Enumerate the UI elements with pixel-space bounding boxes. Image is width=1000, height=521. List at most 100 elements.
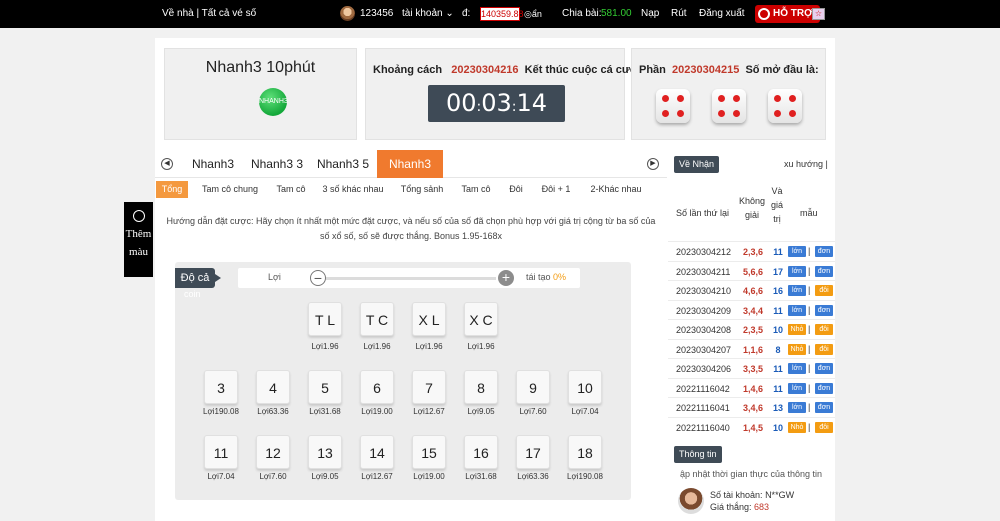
headset-icon (758, 8, 770, 20)
bet-button-1[interactable]: T C (360, 302, 394, 336)
withdraw-link[interactable]: Rút (671, 8, 687, 19)
subtab-tam-co[interactable]: Tam cô (271, 181, 311, 198)
sum-odds: Lợi19.00 (361, 407, 393, 416)
sum-button-11[interactable]: 11 (204, 435, 238, 469)
subtab-tong-sanh[interactable]: Tổng sảnh (396, 181, 448, 198)
tab-nhanh3[interactable]: Nhanh3 (183, 150, 243, 178)
arrow-left-icon[interactable]: ◀ (161, 158, 173, 170)
result-sum: 11 (773, 247, 783, 257)
size-badge: lớn (788, 382, 806, 394)
tab-nhanh3-5[interactable]: Nhanh3 5 (311, 150, 375, 178)
sum-odds: Lợi63.36 (517, 472, 549, 481)
sum-button-10[interactable]: 10 (568, 370, 602, 404)
result-numbers: 5,6,6 (743, 266, 764, 277)
deposit-link[interactable]: Nạp (641, 8, 659, 19)
bet-button-3[interactable]: X C (464, 302, 498, 336)
add-color-line1: Thêm (125, 228, 152, 240)
tab-nhanh3-3[interactable]: Nhanh3 3 (245, 150, 309, 178)
timer-seconds: 14 (516, 89, 548, 117)
add-color-button[interactable]: Thêm màu (124, 202, 153, 277)
subtab-tam-co-chung[interactable]: Tam cô chung (198, 181, 262, 198)
last-draw-panel: Phần 20230304215 Số mở đầu là: (631, 48, 826, 140)
chevron-down-icon: ⌄ (445, 8, 454, 19)
sum-button-12[interactable]: 12 (256, 435, 290, 469)
result-sep: | (808, 402, 811, 412)
size-badge: lớn (788, 363, 806, 374)
size-badge: Nhỏ (788, 343, 806, 355)
size-badge: Nhỏ (788, 324, 806, 335)
subtab-doi[interactable]: Đôi (504, 181, 528, 198)
username: 123456 (360, 8, 394, 19)
hide-balance-toggle[interactable]: ◎ẩn (524, 9, 542, 20)
sum-button-18[interactable]: 18 (568, 435, 602, 469)
results-sidebar: Về Nhận xu hướng | Số lần thứ lại Không g… (668, 150, 835, 521)
result-sum: 11 (773, 364, 783, 374)
rebate-label: tái tạo 0% (526, 272, 566, 282)
sum-button-5[interactable]: 5 (308, 370, 342, 404)
home-link[interactable]: Về nhà | Tất cả vé số (162, 8, 256, 19)
result-row: 20221116040 1,4,5 10 Nhỏ | đôi (668, 416, 835, 437)
result-sep: | (808, 382, 811, 393)
parity-badge: đôi (815, 324, 833, 335)
sum-button-16[interactable]: 16 (464, 435, 498, 469)
arrow-right-icon[interactable]: ▶ (647, 158, 659, 170)
sum-button-3[interactable]: 3 (204, 370, 238, 404)
subtab-doi-1[interactable]: Đôi + 1 (535, 181, 577, 198)
size-badge: lớn (788, 265, 806, 277)
parity-badge: đơn (815, 265, 833, 277)
bet-button-2[interactable]: X L (412, 302, 446, 336)
sum-button-6[interactable]: 6 (360, 370, 394, 404)
logout-link[interactable]: Đăng xuất (699, 8, 745, 19)
parity-badge: đôi (815, 343, 833, 355)
sum-odds: Lợi7.60 (519, 407, 547, 416)
result-sep: | (808, 421, 811, 432)
balance-value: 140359.88 (480, 7, 524, 21)
result-sum: 16 (772, 286, 783, 296)
result-period: 20230304212 (676, 247, 732, 257)
sum-button-7[interactable]: 7 (412, 370, 446, 404)
header-sum-3: trị (773, 214, 781, 224)
size-badge: lớn (788, 402, 806, 413)
support-label: HỖ TRỢ (773, 8, 813, 19)
result-numbers: 1,4,6 (743, 383, 764, 394)
bet-mode-badge: Độ cả (175, 268, 221, 288)
subtab-2-khac-nhau[interactable]: 2-Khác nhau (585, 181, 647, 198)
account-menu[interactable]: tài khoản ⌄ (402, 8, 454, 19)
minus-button[interactable]: − (310, 270, 326, 286)
result-sum: 11 (773, 305, 783, 316)
subtab-tong[interactable]: Tổng (156, 181, 188, 198)
user-value: N**GW (765, 490, 795, 500)
rebate-percent: 0% (553, 272, 567, 282)
result-sep: | (808, 363, 811, 373)
sum-button-8[interactable]: 8 (464, 370, 498, 404)
header-numbers: Không giải (738, 194, 766, 222)
sum-button-9[interactable]: 9 (516, 370, 550, 404)
favorite-icon[interactable]: ☆ (812, 8, 825, 20)
info-text: ập nhật thời gian thực của thông tin (680, 469, 823, 479)
slider-track[interactable] (326, 277, 496, 280)
subtab-tam-co-2[interactable]: Tam cô (455, 181, 497, 198)
trend-link[interactable]: xu hướng | (784, 159, 828, 169)
results-badge[interactable]: Về Nhận (674, 156, 720, 173)
countdown-suffix: Kết thúc cuộc cá cược (524, 64, 644, 76)
avatar[interactable] (340, 6, 355, 21)
countdown-period: 20230304216 (451, 64, 519, 76)
sum-button-13[interactable]: 13 (308, 435, 342, 469)
tab-nhanh3-active[interactable]: Nhanh3 (377, 150, 443, 178)
sum-button-14[interactable]: 14 (360, 435, 394, 469)
result-sep: | (808, 285, 811, 295)
currency-symbol: đ: (462, 8, 471, 19)
size-badge: lớn (788, 285, 806, 296)
sum-button-15[interactable]: 15 (412, 435, 446, 469)
bet-button-0[interactable]: T L (308, 302, 342, 336)
sum-button-4[interactable]: 4 (256, 370, 290, 404)
result-row: 20230304210 4,6,6 16 lớn | đôi (668, 280, 835, 300)
plus-button[interactable]: + (498, 270, 514, 286)
subtab-3-so-khac-nhau[interactable]: 3 số khác nhau (318, 181, 388, 198)
sum-odds: Lợi19.00 (413, 472, 445, 481)
result-row: 20230304206 3,3,5 11 lớn | đơn (668, 358, 835, 378)
result-period: 20230304209 (676, 305, 732, 316)
support-button[interactable]: HỖ TRỢ (755, 5, 820, 23)
game-panel: Nhanh3 10phút NHANH3 (164, 48, 357, 140)
sum-button-17[interactable]: 17 (516, 435, 550, 469)
